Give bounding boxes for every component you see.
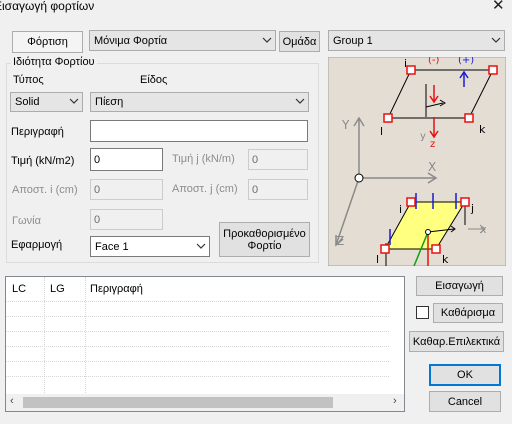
- apply-value: Face 1: [95, 240, 129, 253]
- axis-z-label: Z: [336, 234, 344, 248]
- load-type-value: Μόνιμα Φορτία: [94, 34, 168, 47]
- dist-j-value: 0: [252, 183, 259, 196]
- lower-node-k-label: k: [442, 253, 449, 266]
- scrollbar-thumb[interactable]: [23, 397, 333, 408]
- cancel-button-label: Cancel: [447, 395, 483, 408]
- chevron-down-icon: [491, 37, 501, 43]
- axis-x-label: X: [428, 160, 436, 174]
- horizontal-scrollbar[interactable]: ‹ ›: [6, 394, 404, 411]
- value-i-label: Τιμή (kN/m2): [11, 155, 75, 167]
- lower-node-i-label: i: [399, 203, 402, 216]
- value-i-input[interactable]: 0: [90, 148, 163, 171]
- table-row: [6, 316, 389, 331]
- lower-local-x-label: x: [480, 223, 487, 236]
- type-label: Τύπος: [13, 74, 44, 86]
- chevron-down-icon: [295, 98, 305, 104]
- table-row: [6, 346, 389, 361]
- kind-value: Πίεση: [95, 96, 124, 108]
- tab-loading-label: Φόρτιση: [27, 36, 68, 48]
- close-icon[interactable]: ✕: [492, 0, 505, 14]
- clear-button-label: Καθάρισμα: [440, 307, 496, 319]
- lower-node-l-label: l: [376, 253, 379, 266]
- insert-button-label: Εισαγωγή: [435, 280, 484, 292]
- predefined-load-label: Προκαθορισμένο Φορτίο: [223, 227, 306, 252]
- table-row: [6, 301, 389, 316]
- angle-value: 0: [94, 213, 101, 226]
- chevron-down-icon: [262, 37, 272, 43]
- clear-checkbox[interactable]: [416, 306, 429, 319]
- loads-list[interactable]: LC LG Περιγραφή ‹ ›: [5, 276, 405, 412]
- predefined-load-button[interactable]: Προκαθορισμένο Φορτίο: [219, 222, 310, 257]
- ok-button-label: OK: [457, 369, 473, 381]
- description-label: Περιγραφή: [11, 126, 64, 138]
- column-lc[interactable]: LC: [12, 283, 26, 295]
- node-k-label: k: [479, 123, 486, 136]
- type-value: Solid: [15, 96, 40, 108]
- local-z-label: z: [430, 139, 435, 150]
- node-l-label: l: [380, 125, 383, 138]
- table-row: [6, 376, 389, 391]
- clear-selected-button[interactable]: Καθαρ.Επιλεκτικά: [409, 331, 504, 352]
- column-lg[interactable]: LG: [50, 283, 65, 295]
- load-type-select[interactable]: Μόνιμα Φορτία: [89, 30, 276, 51]
- type-select[interactable]: Solid: [10, 92, 83, 112]
- dist-j-input[interactable]: 0: [248, 179, 308, 200]
- group-button[interactable]: Ομάδα: [279, 31, 320, 52]
- apply-label: Εφαρμογή: [11, 239, 63, 251]
- dist-i-input[interactable]: 0: [90, 179, 163, 200]
- origin-node: [354, 173, 364, 183]
- plus-label: (+): [458, 57, 474, 66]
- insert-button[interactable]: Εισαγωγή: [416, 276, 503, 296]
- dist-i-value: 0: [94, 183, 101, 196]
- chevron-down-icon: [69, 98, 79, 104]
- node-i-label: i: [404, 57, 407, 70]
- description-input[interactable]: [90, 120, 308, 142]
- angle-label: Γωνία: [12, 215, 41, 227]
- angle-input[interactable]: 0: [90, 209, 163, 230]
- apply-select[interactable]: Face 1: [90, 236, 210, 257]
- group-value: Group 1: [333, 34, 373, 47]
- value-j-value: 0: [252, 153, 259, 166]
- value-j-input[interactable]: 0: [248, 149, 308, 170]
- dist-j-label: Αποστ. j (cm): [172, 183, 238, 195]
- kind-label: Είδος: [140, 74, 168, 86]
- axis-y-label: Y: [341, 118, 350, 132]
- lower-node-j-label: j: [470, 202, 474, 215]
- load-diagram: Y X Z i (-) (+) l k y z i j x l k: [328, 57, 506, 266]
- chevron-down-icon: [196, 243, 206, 249]
- window-title: Εισαγωγή φορτίων: [0, 0, 95, 13]
- clear-button[interactable]: Καθάρισμα: [433, 303, 503, 323]
- scroll-right-icon[interactable]: ›: [393, 395, 397, 407]
- column-description[interactable]: Περιγραφή: [90, 283, 143, 295]
- clear-selected-button-label: Καθαρ.Επιλεκτικά: [412, 335, 501, 348]
- kind-select[interactable]: Πίεση: [90, 92, 309, 112]
- ok-button[interactable]: OK: [429, 364, 501, 386]
- table-row: [6, 361, 389, 376]
- table-row: [6, 331, 389, 346]
- group-button-label: Ομάδα: [282, 35, 317, 48]
- local-y-label: y: [420, 131, 426, 142]
- load-properties-legend: Ιδιότητα Φορτίου: [11, 56, 97, 68]
- dist-i-label: Αποστ. i (cm): [12, 184, 78, 196]
- value-j-label: Τιμή j (kN/m): [172, 153, 235, 165]
- scroll-left-icon[interactable]: ‹: [10, 395, 14, 407]
- tab-loading[interactable]: Φόρτιση: [12, 31, 83, 53]
- cancel-button[interactable]: Cancel: [429, 391, 501, 412]
- group-select[interactable]: Group 1: [328, 30, 505, 51]
- value-i-value: 0: [94, 153, 101, 166]
- minus-label: (-): [428, 57, 440, 66]
